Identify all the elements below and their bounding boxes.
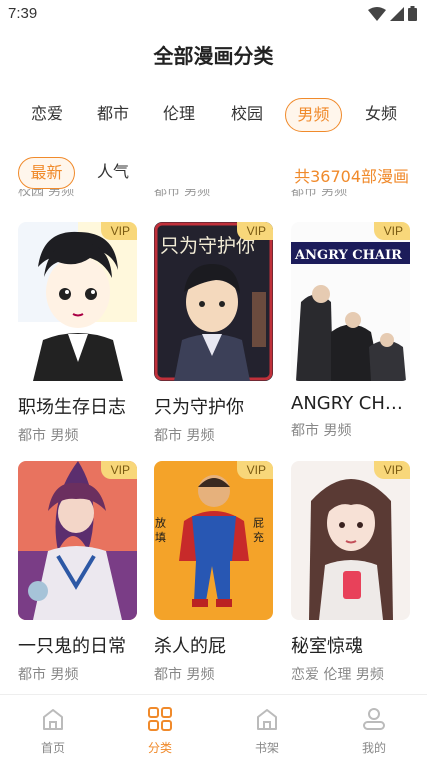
- comic-tags: 都市 男频: [18, 667, 79, 683]
- comic-cover[interactable]: 放 填 屁 充 VIP: [154, 461, 273, 620]
- vip-badge: VIP: [373, 222, 410, 240]
- tab-profile-label: 我的: [361, 741, 386, 755]
- comic-card[interactable]: VIP 一只鬼的日常 都市 男频: [18, 461, 137, 684]
- cover-side-text-left: 放 填: [154, 516, 167, 543]
- sort-popular[interactable]: 人气: [90, 157, 136, 189]
- category-ethics[interactable]: 伦理: [158, 98, 200, 132]
- comic-tags: 恋爱 伦理 男频: [291, 667, 384, 683]
- vip-badge: VIP: [236, 461, 273, 479]
- tab-home-label: 首页: [40, 741, 65, 755]
- peek-tags-1: 校园 男频: [18, 189, 75, 199]
- comic-cover[interactable]: VIP: [18, 222, 137, 381]
- tab-profile[interactable]: 我的: [334, 705, 414, 756]
- signal-icon: [390, 6, 404, 21]
- category-romance[interactable]: 恋爱: [26, 98, 68, 132]
- peek-tags-3: 都市 男频: [291, 189, 348, 199]
- comic-title[interactable]: 一只鬼的日常: [18, 632, 137, 658]
- bookshelf-icon: [257, 709, 277, 730]
- comic-tags: 都市 男频: [18, 428, 79, 444]
- cover-side-text-right: 屁 充: [252, 517, 265, 543]
- comic-title[interactable]: ANGRY CHA...: [291, 393, 410, 414]
- comic-tags: 都市 男频: [291, 423, 352, 439]
- comic-cover[interactable]: ANGRY CHAIR VIP: [291, 222, 410, 381]
- status-icons: [368, 6, 417, 21]
- vip-badge: VIP: [236, 222, 273, 240]
- sort-filter: 最新 人气 共36704部漫画: [0, 157, 427, 191]
- tab-home[interactable]: 首页: [13, 705, 93, 756]
- comic-tags: 都市 男频: [154, 428, 215, 444]
- comic-card[interactable]: 只为守护你 VIP 只为守护你 都市 男频: [154, 222, 273, 445]
- comic-cover[interactable]: VIP: [18, 461, 137, 620]
- comic-card[interactable]: VIP 职场生存日志 都市 男频: [18, 222, 137, 445]
- peek-tags-2: 都市 男频: [154, 189, 211, 199]
- category-female[interactable]: 女频: [358, 98, 404, 132]
- grid-icon: [148, 707, 172, 731]
- comic-cover[interactable]: VIP: [291, 461, 410, 620]
- comic-tags: 都市 男频: [154, 667, 215, 683]
- status-time: 7:39: [8, 5, 38, 22]
- category-filter: 恋爱 都市 伦理 校园 男频 女频: [0, 98, 427, 134]
- vip-badge: VIP: [100, 461, 137, 479]
- profile-icon: [363, 708, 385, 730]
- category-male[interactable]: 男频: [285, 98, 342, 132]
- cover-title-text: ANGRY CHAIR: [294, 248, 402, 263]
- vip-badge: VIP: [100, 222, 137, 240]
- page-title: 全部漫画分类: [153, 44, 274, 68]
- battery-icon: [408, 6, 417, 21]
- comic-card[interactable]: VIP 秘室惊魂 恋爱 伦理 男频: [291, 461, 410, 684]
- category-campus[interactable]: 校园: [224, 98, 270, 132]
- sort-latest[interactable]: 最新: [18, 157, 75, 189]
- comic-title[interactable]: 杀人的屁: [154, 632, 273, 658]
- vip-badge: VIP: [373, 461, 410, 479]
- category-urban[interactable]: 都市: [92, 98, 134, 132]
- comic-card[interactable]: 放 填 屁 充 VIP 杀人的屁 都市 男频: [154, 461, 273, 684]
- tab-bookshelf-label: 书架: [254, 741, 279, 755]
- comic-title[interactable]: 秘室惊魂: [291, 632, 410, 658]
- bottom-tab-bar: 首页 分类 书架 我的: [0, 694, 427, 760]
- home-icon: [43, 709, 63, 730]
- comic-cover[interactable]: 只为守护你 VIP: [154, 222, 273, 381]
- total-count: 共36704部漫画: [294, 167, 409, 186]
- comic-title[interactable]: 只为守护你: [154, 393, 273, 419]
- tab-category[interactable]: 分类: [120, 705, 200, 756]
- wifi-icon: [368, 6, 386, 21]
- status-bar: 7:39: [0, 0, 427, 30]
- comic-card[interactable]: ANGRY CHAIR VIP ANGRY CHA... 都市 男频: [291, 222, 410, 440]
- tab-bookshelf[interactable]: 书架: [227, 705, 307, 756]
- tab-category-label: 分类: [147, 741, 172, 755]
- comic-title[interactable]: 职场生存日志: [18, 393, 137, 419]
